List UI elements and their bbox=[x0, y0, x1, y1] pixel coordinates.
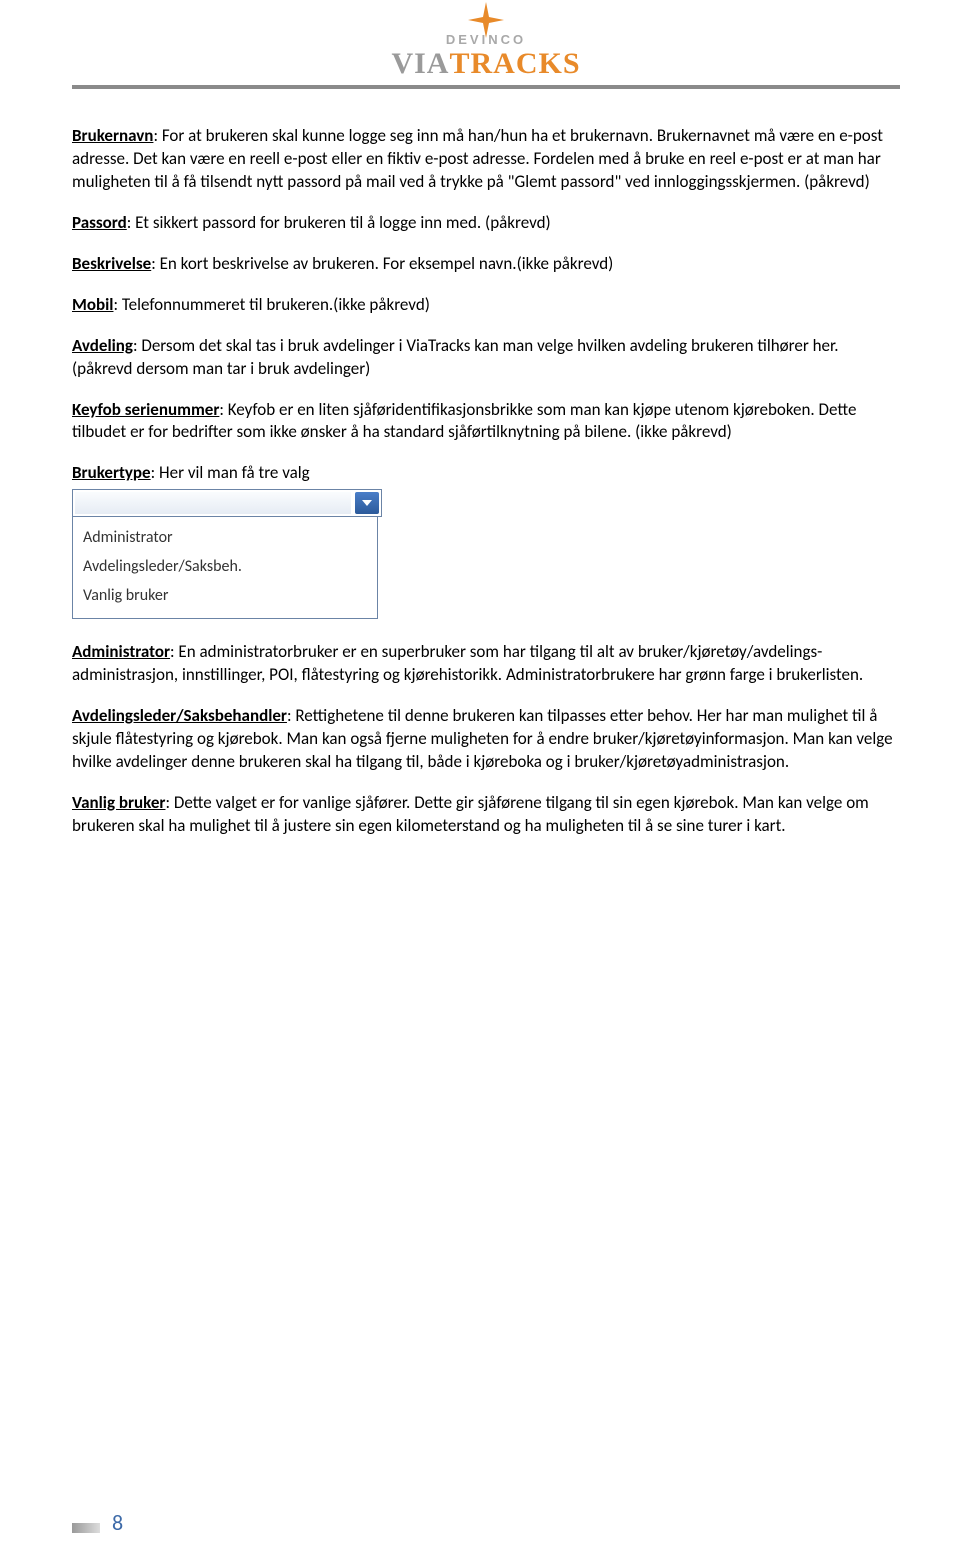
text-administrator: : En administratorbruker er en superbruk… bbox=[72, 641, 863, 685]
text-passord: : Et sikkert passord for brukeren til å … bbox=[127, 212, 551, 233]
dropdown-toggle-button[interactable] bbox=[355, 492, 379, 514]
label-beskrivelse: Beskrivelse bbox=[72, 253, 151, 274]
label-brukernavn: Brukernavn bbox=[72, 125, 153, 146]
dropdown-option-vanlig-bruker[interactable]: Vanlig bruker bbox=[83, 581, 367, 610]
label-administrator: Administrator bbox=[72, 641, 170, 662]
header-divider bbox=[72, 85, 900, 89]
page-header: DEVINCO VIATRACKS bbox=[72, 0, 900, 83]
label-mobil: Mobil bbox=[72, 294, 113, 315]
para-brukernavn: Brukernavn: For at brukeren skal kunne l… bbox=[72, 125, 900, 194]
logo: DEVINCO VIATRACKS bbox=[391, 4, 580, 81]
text-mobil: : Telefonnummeret til brukeren.(ikke påk… bbox=[113, 294, 429, 315]
usertype-dropdown[interactable]: Administrator Avdelingsleder/Saksbeh. Va… bbox=[72, 489, 382, 619]
text-brukernavn: : For at brukeren skal kunne logge seg i… bbox=[72, 125, 883, 192]
page-footer: 8 bbox=[72, 1509, 123, 1536]
dropdown-value-area bbox=[75, 492, 351, 514]
label-keyfob: Keyfob serienummer bbox=[72, 399, 219, 420]
para-passord: Passord: Et sikkert passord for brukeren… bbox=[72, 212, 900, 235]
para-avdeling: Avdeling: Dersom det skal tas i bruk avd… bbox=[72, 335, 900, 381]
page-number: 8 bbox=[112, 1509, 123, 1536]
label-vanlig-bruker: Vanlig bruker bbox=[72, 792, 165, 813]
text-brukertype: : Her vil man få tre valg bbox=[151, 462, 310, 483]
dropdown-option-avdelingsleder[interactable]: Avdelingsleder/Saksbeh. bbox=[83, 552, 367, 581]
brand-via: VIA bbox=[391, 47, 449, 80]
para-keyfob: Keyfob serienummer: Keyfob er en liten s… bbox=[72, 399, 900, 445]
chevron-down-icon bbox=[362, 500, 372, 506]
star-icon bbox=[468, 2, 504, 38]
para-brukertype: Brukertype: Her vil man få tre valg bbox=[72, 462, 900, 485]
brand-main-text: VIATRACKS bbox=[391, 47, 580, 80]
para-vanlig-bruker: Vanlig bruker: Dette valget er for vanli… bbox=[72, 792, 900, 838]
dropdown-options-list: Administrator Avdelingsleder/Saksbeh. Va… bbox=[72, 517, 378, 619]
label-avdelingsleder: Avdelingsleder/Saksbehandler bbox=[72, 705, 287, 726]
page-container: DEVINCO VIATRACKS Brukernavn: For at bru… bbox=[0, 0, 960, 838]
text-avdeling: : Dersom det skal tas i bruk avdelinger … bbox=[72, 335, 839, 379]
text-beskrivelse: : En kort beskrivelse av brukeren. For e… bbox=[151, 253, 613, 274]
para-mobil: Mobil: Telefonnummeret til brukeren.(ikk… bbox=[72, 294, 900, 317]
brand-tracks: TRACKS bbox=[449, 47, 580, 80]
label-avdeling: Avdeling bbox=[72, 335, 133, 356]
para-beskrivelse: Beskrivelse: En kort beskrivelse av bruk… bbox=[72, 253, 900, 276]
text-vanlig-bruker: : Dette valget er for vanlige sjåfører. … bbox=[72, 792, 869, 836]
dropdown-option-administrator[interactable]: Administrator bbox=[83, 523, 367, 552]
label-passord: Passord bbox=[72, 212, 127, 233]
label-brukertype: Brukertype bbox=[72, 462, 151, 483]
footer-accent-bar bbox=[72, 1523, 100, 1533]
para-avdelingsleder: Avdelingsleder/Saksbehandler: Rettighete… bbox=[72, 705, 900, 774]
dropdown-selected[interactable] bbox=[72, 489, 382, 517]
para-administrator: Administrator: En administratorbruker er… bbox=[72, 641, 900, 687]
body-content: Brukernavn: For at brukeren skal kunne l… bbox=[72, 125, 900, 838]
